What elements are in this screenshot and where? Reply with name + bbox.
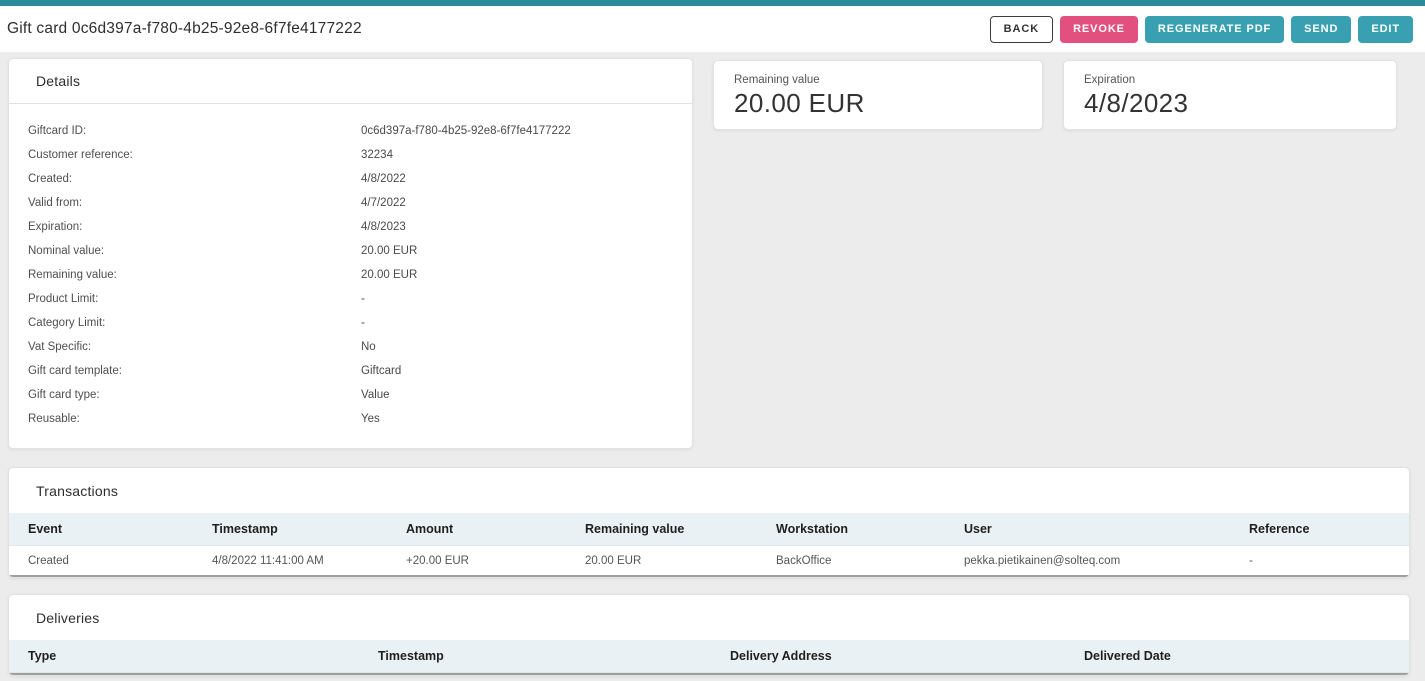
deliveries-table-header: Type Timestamp Delivery Address Delivere…: [9, 640, 1409, 673]
transaction-reference: -: [1249, 555, 1409, 567]
transaction-row: Created 4/8/2022 11:41:00 AM +20.00 EUR …: [9, 546, 1409, 575]
detail-value: 20.00 EUR: [361, 245, 417, 257]
detail-label: Giftcard ID:: [28, 125, 361, 137]
regenerate-pdf-button[interactable]: REGENERATE PDF: [1145, 16, 1284, 43]
detail-label: Customer reference:: [28, 149, 361, 161]
detail-value: 4/8/2023: [361, 221, 406, 233]
transactions-column-header: Timestamp: [212, 522, 406, 536]
transactions-column-header: Workstation: [776, 522, 964, 536]
page-title: Gift card 0c6d397a-f780-4b25-92e8-6f7fe4…: [7, 20, 362, 38]
transactions-column-header: Amount: [406, 522, 585, 536]
transactions-table-header: Event Timestamp Amount Remaining value W…: [9, 513, 1409, 546]
top-content-row: Details Giftcard ID: 0c6d397a-f780-4b25-…: [0, 58, 1425, 449]
details-rows: Giftcard ID: 0c6d397a-f780-4b25-92e8-6f7…: [9, 104, 692, 431]
transaction-timestamp: 4/8/2022 11:41:00 AM: [212, 555, 406, 567]
detail-value: 32234: [361, 149, 393, 161]
transactions-column-header: Reference: [1249, 522, 1409, 536]
transactions-title: Transactions: [9, 468, 1409, 513]
remaining-value-amount: 20.00 EUR: [734, 88, 1022, 119]
detail-label: Gift card type:: [28, 389, 361, 401]
detail-value: 0c6d397a-f780-4b25-92e8-6f7fe4177222: [361, 125, 571, 137]
transactions-column-header: User: [964, 522, 1249, 536]
detail-row: Customer reference: 32234: [9, 143, 692, 167]
transaction-amount: +20.00 EUR: [406, 555, 585, 567]
detail-value: -: [361, 293, 365, 305]
detail-label: Valid from:: [28, 197, 361, 209]
detail-row: Created: 4/8/2022: [9, 167, 692, 191]
details-title: Details: [9, 59, 692, 104]
detail-value: 20.00 EUR: [361, 269, 417, 281]
deliveries-column-header: Delivery Address: [730, 649, 1084, 663]
detail-row: Valid from: 4/7/2022: [9, 191, 692, 215]
expiration-label: Expiration: [1084, 74, 1376, 86]
detail-value: Giftcard: [361, 365, 401, 377]
detail-label: Gift card template:: [28, 365, 361, 377]
revoke-button[interactable]: REVOKE: [1060, 16, 1138, 43]
detail-label: Reusable:: [28, 413, 361, 425]
detail-value: Yes: [361, 413, 380, 425]
back-button[interactable]: BACK: [990, 16, 1053, 43]
detail-label: Created:: [28, 173, 361, 185]
summary-cards: Remaining value 20.00 EUR Expiration 4/8…: [713, 60, 1397, 449]
detail-row: Gift card type: Value: [9, 383, 692, 407]
edit-button[interactable]: EDIT: [1358, 16, 1413, 43]
detail-row: Remaining value: 20.00 EUR: [9, 263, 692, 287]
detail-row: Vat Specific: No: [9, 335, 692, 359]
remaining-value-card: Remaining value 20.00 EUR: [713, 60, 1043, 130]
detail-label: Product Limit:: [28, 293, 361, 305]
transaction-user: pekka.pietikainen@solteq.com: [964, 555, 1249, 567]
detail-row: Nominal value: 20.00 EUR: [9, 239, 692, 263]
detail-value: No: [361, 341, 376, 353]
transactions-column-header: Event: [28, 522, 212, 536]
detail-row: Gift card template: Giftcard: [9, 359, 692, 383]
transactions-table-bottom-border: [9, 575, 1409, 577]
deliveries-table-bottom-border: [9, 673, 1409, 675]
transactions-card: Transactions Event Timestamp Amount Rema…: [8, 467, 1410, 578]
details-card: Details Giftcard ID: 0c6d397a-f780-4b25-…: [8, 58, 693, 449]
transactions-column-header: Remaining value: [585, 522, 776, 536]
page-header: Gift card 0c6d397a-f780-4b25-92e8-6f7fe4…: [0, 6, 1425, 52]
transactions-table-body: Created 4/8/2022 11:41:00 AM +20.00 EUR …: [9, 546, 1409, 575]
detail-row: Reusable: Yes: [9, 407, 692, 431]
deliveries-card: Deliveries Type Timestamp Delivery Addre…: [8, 594, 1410, 676]
header-actions: BACK REVOKE REGENERATE PDF SEND EDIT: [990, 16, 1413, 43]
deliveries-column-header: Type: [28, 649, 378, 663]
detail-label: Vat Specific:: [28, 341, 361, 353]
detail-value: -: [361, 317, 365, 329]
detail-value: 4/8/2022: [361, 173, 406, 185]
deliveries-title: Deliveries: [9, 595, 1409, 640]
detail-label: Remaining value:: [28, 269, 361, 281]
detail-row: Giftcard ID: 0c6d397a-f780-4b25-92e8-6f7…: [9, 119, 692, 143]
detail-label: Expiration:: [28, 221, 361, 233]
detail-row: Category Limit: -: [9, 311, 692, 335]
deliveries-column-header: Delivered Date: [1084, 649, 1409, 663]
detail-label: Nominal value:: [28, 245, 361, 257]
detail-row: Expiration: 4/8/2023: [9, 215, 692, 239]
detail-value: Value: [361, 389, 390, 401]
transaction-remaining-value: 20.00 EUR: [585, 555, 776, 567]
deliveries-column-header: Timestamp: [378, 649, 730, 663]
detail-row: Product Limit: -: [9, 287, 692, 311]
detail-value: 4/7/2022: [361, 197, 406, 209]
send-button[interactable]: SEND: [1291, 16, 1351, 43]
expiration-card: Expiration 4/8/2023: [1063, 60, 1397, 130]
expiration-date: 4/8/2023: [1084, 88, 1376, 119]
transaction-event: Created: [28, 555, 212, 567]
detail-label: Category Limit:: [28, 317, 361, 329]
remaining-value-label: Remaining value: [734, 74, 1022, 86]
transaction-workstation: BackOffice: [776, 555, 964, 567]
